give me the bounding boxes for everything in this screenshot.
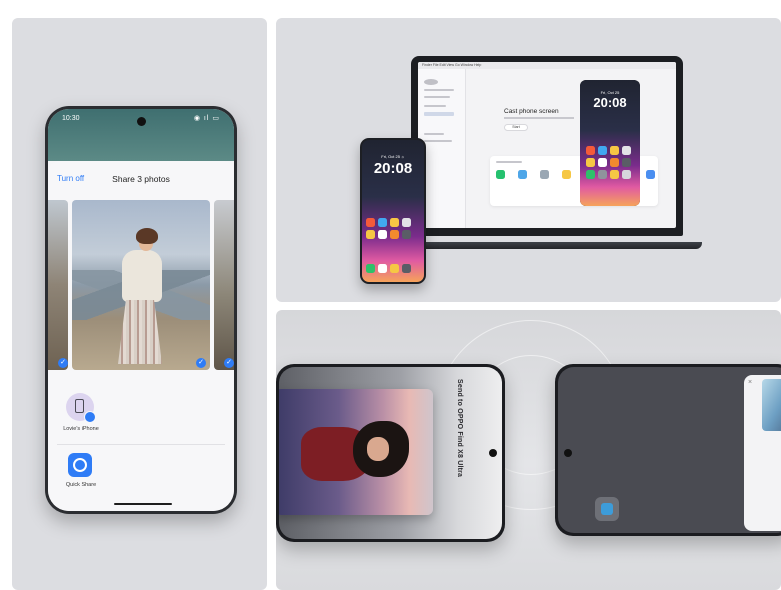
checkmark-icon[interactable]: ✓ [196,358,206,368]
incoming-file-card[interactable]: × [744,375,781,531]
receiving-phone: × [555,364,781,536]
lockscreen-time: 20:08 [373,160,413,177]
checkmark-icon[interactable]: ✓ [224,358,234,368]
quick-share-icon [68,453,92,477]
close-icon[interactable]: × [748,379,752,386]
woman-portrait [301,417,413,487]
android-phone: 10:30 ◉ ıl ▭ Share 3 photos Turn off ✓ ✓… [45,106,237,514]
incoming-thumbnail [762,379,781,431]
share-target-label: Lovie's iPhone [63,426,99,432]
home-icon-grid [366,218,411,239]
macbook: Finder File Edit View Go Window Help Cas… [411,56,683,236]
laptop-screen: Finder File Edit View Go Window Help Cas… [418,62,676,228]
cast-title: Cast phone screen [504,108,559,115]
cast-start-button[interactable]: Start [504,124,528,131]
phone-front: Fri, Oct 25 ☼ 20:08 [360,138,426,284]
send-to-label: Send to OPPO Find X8 Ultra [456,379,463,478]
share-sheet: Share 3 photos Turn off ✓ ✓ ✓ Lovie's iP… [48,161,234,511]
quick-share-label: Quick Share [65,482,97,488]
app-badge-icon [595,497,619,521]
sending-screen: Send to OPPO Find X8 Ultra [279,367,502,539]
app-icon[interactable] [518,170,527,179]
woman-figure [108,228,164,368]
lockscreen: Fri, Oct 25 ☼ 20:08 [362,140,424,282]
mirrored-screen: Fri, Oct 25 20:08 [580,80,640,206]
status-bar: 10:30 ◉ ıl ▭ [48,109,234,161]
sheet-header: Share 3 photos Turn off [48,174,234,188]
photo-thumbnail[interactable] [214,200,234,370]
lockscreen-date: Fri, Oct 25 ☼ [381,154,405,159]
status-time: 10:30 [62,115,80,122]
laptop-base [392,242,702,249]
turn-off-button[interactable]: Turn off [57,174,84,183]
screen-cast-panel: Finder File Edit View Go Window Help Cas… [276,18,781,302]
front-camera [489,449,497,457]
app-icon[interactable] [540,170,549,179]
phone-share-icon [66,393,96,423]
receiving-screen: × [558,367,781,533]
checkmark-icon[interactable]: ✓ [58,358,68,368]
divider [57,444,225,445]
app-icon[interactable] [646,170,655,179]
front-camera [137,117,146,126]
quick-share-button[interactable]: Quick Share [57,453,105,488]
app-icon[interactable] [496,170,505,179]
share-sheet-panel: 10:30 ◉ ıl ▭ Share 3 photos Turn off ✓ ✓… [12,18,267,590]
photo-carousel[interactable]: ✓ ✓ ✓ [48,200,234,370]
status-icons: ◉ ıl ▭ [193,115,220,122]
cast-subtitle [504,117,574,119]
mac-menubar[interactable]: Finder File Edit View Go Window Help [418,62,676,69]
home-indicator[interactable] [114,502,172,505]
app-icon[interactable] [562,170,571,179]
phone-screen: 10:30 ◉ ıl ▭ Share 3 photos Turn off ✓ ✓… [48,109,234,511]
share-target-iphone[interactable]: Lovie's iPhone [57,393,105,432]
mirrored-phone-window[interactable]: Fri, Oct 25 20:08 [580,80,640,206]
mirror-time: 20:08 [593,95,627,110]
promo-collage: 10:30 ◉ ıl ▭ Share 3 photos Turn off ✓ ✓… [0,0,781,590]
phone-transfer-panel: Send to OPPO Find X8 Ultra × [276,310,781,590]
photo-thumbnail-selected[interactable] [72,200,210,370]
sending-phone: Send to OPPO Find X8 Ultra [276,364,505,542]
dock [366,264,411,273]
photo-thumbnail[interactable] [48,200,68,370]
mirror-icon-grid [586,146,631,179]
sent-photo-card[interactable] [279,389,433,515]
front-camera [564,449,572,457]
